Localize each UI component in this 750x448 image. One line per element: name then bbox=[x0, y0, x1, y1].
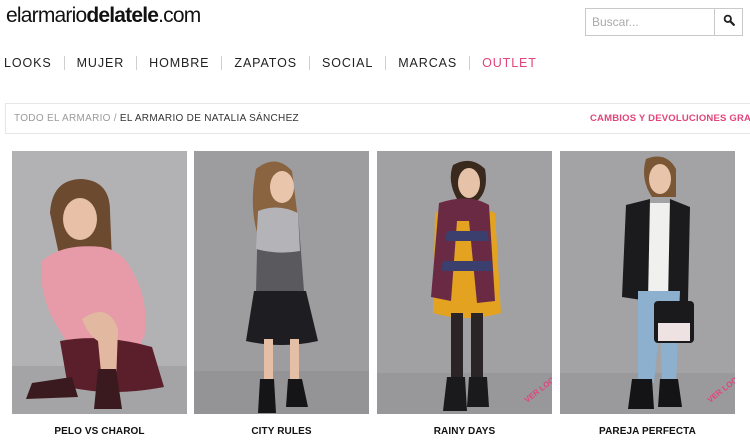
nav-item-social[interactable]: SOCIAL bbox=[310, 56, 385, 70]
nav-item-zapatos[interactable]: ZAPATOS bbox=[222, 56, 309, 70]
look-title: PELO VS CHAROL bbox=[54, 426, 145, 437]
look-photo[interactable] bbox=[12, 151, 187, 414]
nav-item-mujer[interactable]: MUJER bbox=[65, 56, 137, 70]
free-returns-link[interactable]: CAMBIOS Y DEVOLUCIONES GRATIS bbox=[590, 113, 750, 124]
look-title: PAREJA PERFECTA bbox=[599, 426, 696, 437]
search-button[interactable] bbox=[714, 9, 742, 35]
main-nav: LOOKS MUJER HOMBRE ZAPATOS SOCIAL MARCAS… bbox=[0, 54, 549, 72]
logo-part-bold: delatele bbox=[86, 4, 159, 27]
search-input[interactable] bbox=[586, 9, 714, 35]
nav-item-marcas[interactable]: MARCAS bbox=[386, 56, 469, 70]
nav-item-looks[interactable]: LOOKS bbox=[0, 56, 64, 70]
logo-part-light: elarmario bbox=[6, 4, 87, 27]
breadcrumb-bar: TODO EL ARMARIO / EL ARMARIO DE NATALIA SÁ… bbox=[5, 103, 750, 134]
logo-part-suffix: .com bbox=[158, 4, 201, 27]
look-photo[interactable] bbox=[194, 151, 369, 414]
breadcrumb-root-link[interactable]: TODO EL ARMARIO bbox=[14, 113, 111, 124]
site-logo[interactable]: elarmariodelatele.com bbox=[6, 4, 201, 28]
look-photo[interactable]: VER LOOK bbox=[377, 151, 552, 414]
look-card-rainy-days[interactable]: VER LOOK RAINY DAYS bbox=[377, 151, 552, 437]
breadcrumb-current: EL ARMARIO DE NATALIA SÁNCHEZ bbox=[119, 113, 299, 124]
look-card-pareja-perfecta[interactable]: VER LOOK PAREJA PERFECTA bbox=[560, 151, 735, 437]
look-photo[interactable]: VER LOOK bbox=[560, 151, 735, 414]
look-card-city-rules[interactable]: CITY RULES bbox=[194, 151, 369, 437]
breadcrumb: TODO EL ARMARIO / EL ARMARIO DE NATALIA SÁ… bbox=[14, 113, 299, 124]
look-title: CITY RULES bbox=[251, 426, 312, 437]
look-card-pelo-vs-charol[interactable]: PELO VS CHAROL bbox=[12, 151, 187, 437]
look-title: RAINY DAYS bbox=[433, 426, 496, 437]
breadcrumb-separator: / bbox=[113, 113, 117, 124]
nav-item-outlet[interactable]: OUTLET bbox=[470, 56, 549, 70]
search-box bbox=[585, 8, 743, 36]
nav-item-hombre[interactable]: HOMBRE bbox=[137, 56, 221, 70]
search-icon bbox=[723, 13, 735, 31]
